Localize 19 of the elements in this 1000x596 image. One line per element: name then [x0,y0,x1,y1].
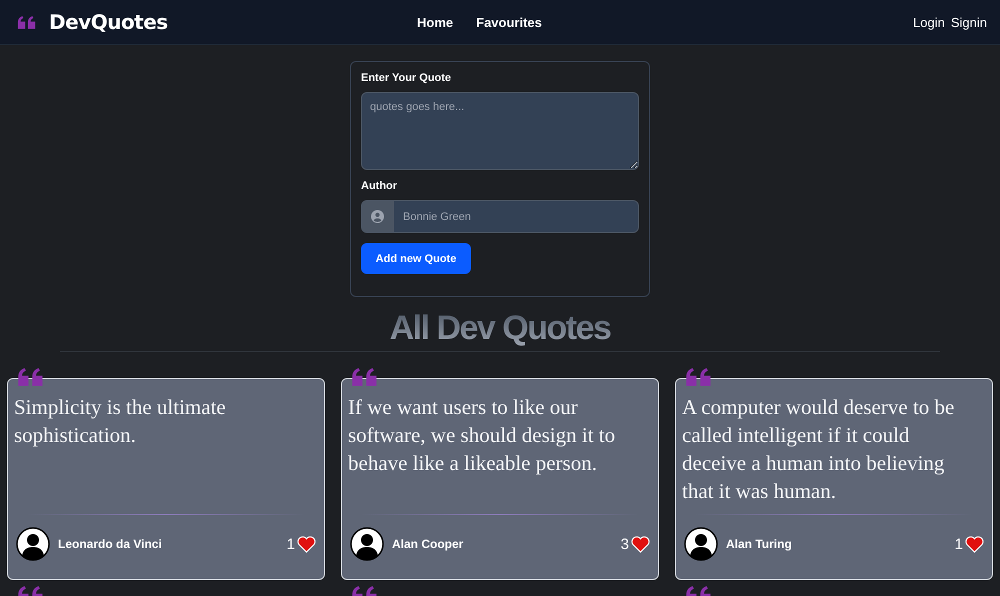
quote-text: Simplicity is the ultimate sophistication. [14,394,227,449]
author-name: Alan Turing [726,537,793,551]
quote-text: A computer would deserve to be called intelligent if it could deceive a human into believing that it was human. [682,394,956,505]
nav-link[interactable]: Login [913,14,945,30]
nav-link[interactable]: Home [417,14,454,30]
author-name: Leonardo da Vinci [58,537,163,551]
brand-link[interactable]: DevQuotes [49,10,168,34]
quote-input-field[interactable]: quotes goes here... [361,92,639,170]
nav-link[interactable]: Favourites [476,14,542,30]
author-input-field[interactable]: Bonnie Green [394,200,639,233]
like-count: 1 [286,536,295,552]
author-name: Alan Cooper [392,537,464,551]
field-label: Author [361,180,398,192]
like-count: 3 [620,536,629,552]
quote-text: If we want users to like our software, we should design it to behave like a likeable person. [348,394,616,477]
nav-link[interactable]: Signin [950,14,987,30]
like-count: 1 [954,536,963,552]
add-quote-button[interactable]: Add new Quote [361,243,471,274]
field-label: Enter Your Quote [361,72,452,84]
